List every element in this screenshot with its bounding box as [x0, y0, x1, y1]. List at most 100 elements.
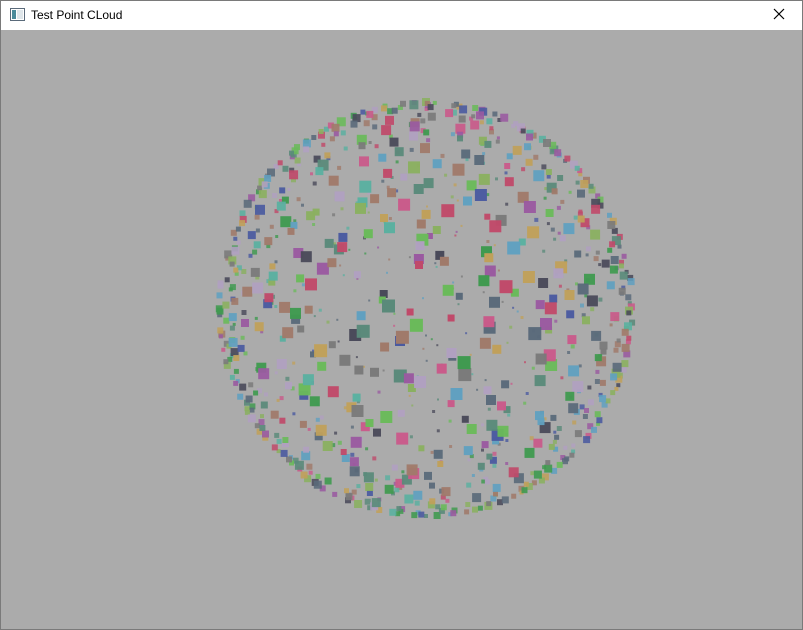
cloud-point [618, 263, 624, 269]
cloud-point [272, 193, 278, 198]
app-window: Test Point CLoud [0, 0, 803, 630]
title-bar[interactable]: Test Point CLoud [1, 1, 802, 30]
cloud-point [484, 265, 496, 277]
cloud-point [606, 281, 615, 290]
cloud-point [435, 265, 438, 268]
cloud-point [279, 301, 291, 313]
cloud-point [321, 142, 326, 147]
cloud-point [282, 437, 289, 443]
cloud-point [598, 297, 603, 302]
cloud-point [596, 417, 603, 424]
cloud-point [350, 436, 362, 448]
cloud-point [465, 332, 468, 335]
cloud-point [594, 354, 602, 362]
cloud-point [389, 137, 399, 147]
cloud-point [577, 189, 585, 198]
cloud-point [584, 408, 589, 413]
cloud-point [626, 310, 632, 316]
cloud-point [499, 280, 513, 294]
cloud-point [556, 426, 562, 431]
cloud-point [621, 328, 629, 336]
cloud-point [236, 240, 241, 245]
cloud-point [557, 175, 564, 181]
cloud-point [584, 273, 595, 285]
cloud-point [337, 242, 348, 253]
cloud-point [523, 481, 529, 487]
cloud-point [313, 315, 316, 318]
cloud-point [464, 509, 470, 515]
cloud-point [594, 411, 601, 418]
cloud-point [436, 344, 439, 347]
cloud-point [261, 181, 268, 188]
cloud-point [302, 374, 314, 386]
cloud-point [610, 373, 618, 381]
cloud-point [328, 341, 336, 349]
cloud-point [339, 354, 351, 366]
cloud-point [389, 508, 397, 516]
cloud-point [254, 423, 260, 429]
cloud-point [302, 139, 311, 148]
cloud-point [454, 234, 457, 237]
cloud-point [260, 401, 268, 409]
cloud-point [429, 498, 436, 505]
cloud-point [401, 470, 405, 474]
cloud-point [509, 325, 513, 329]
cloud-point [411, 404, 414, 407]
render-viewport[interactable] [1, 30, 802, 629]
cloud-point [346, 226, 350, 230]
cloud-point [553, 430, 557, 434]
cloud-point [224, 277, 230, 283]
cloud-point [525, 158, 533, 166]
cloud-point [232, 322, 236, 326]
cloud-point [554, 149, 562, 157]
cloud-point [432, 410, 436, 413]
cloud-point [571, 443, 576, 448]
cloud-point [233, 368, 239, 374]
cloud-point [365, 419, 374, 427]
cloud-point [365, 483, 374, 491]
cloud-point [472, 493, 482, 503]
cloud-point [578, 364, 582, 368]
cloud-point [315, 473, 321, 479]
cloud-point [486, 501, 492, 507]
cloud-point [505, 439, 509, 442]
cloud-point [329, 136, 335, 142]
cloud-point [476, 388, 479, 391]
cloud-point [486, 395, 496, 405]
cloud-point [309, 396, 320, 407]
cloud-point [382, 299, 395, 313]
cloud-point [301, 203, 304, 207]
cloud-point [455, 292, 463, 300]
cloud-point [566, 310, 575, 319]
cloud-point [530, 471, 535, 476]
cloud-point [619, 271, 628, 280]
cloud-point [625, 294, 632, 301]
cloud-point [270, 410, 279, 419]
cloud-point [277, 160, 283, 166]
cloud-point [380, 342, 390, 352]
cloud-point [495, 177, 498, 181]
cloud-point [252, 282, 264, 294]
cloud-point [448, 419, 452, 423]
cloud-point [285, 376, 290, 381]
cloud-point [301, 283, 305, 287]
app-window-icon [10, 8, 25, 21]
cloud-point [388, 258, 391, 261]
cloud-point [324, 238, 334, 248]
cloud-point [258, 368, 270, 380]
cloud-point [605, 398, 611, 404]
cloud-point [548, 443, 555, 450]
cloud-point [409, 121, 420, 132]
cloud-point [289, 150, 294, 156]
cloud-point [501, 300, 504, 303]
cloud-point [520, 316, 524, 319]
cloud-point [437, 398, 439, 401]
cloud-point [550, 227, 555, 232]
close-icon [773, 7, 785, 25]
cloud-point [293, 219, 297, 223]
cloud-point [580, 303, 584, 308]
close-button[interactable] [756, 1, 802, 30]
cloud-point [350, 452, 355, 457]
cloud-point [471, 373, 474, 376]
cloud-point [495, 139, 500, 144]
